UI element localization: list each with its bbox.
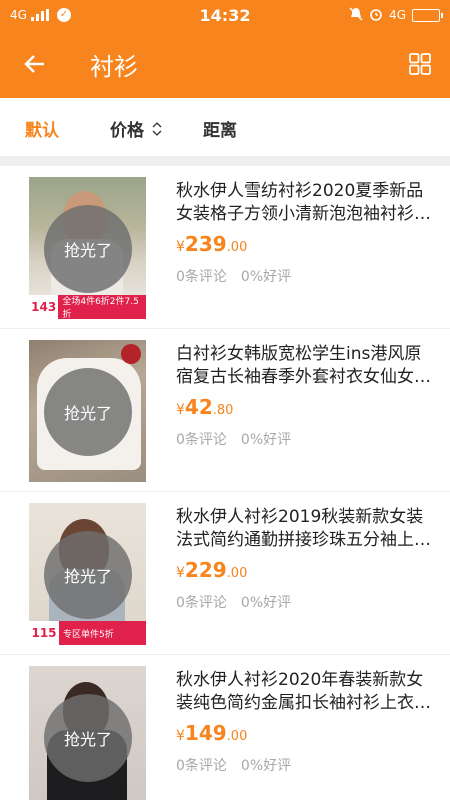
- tab-distance-label: 距离: [203, 121, 237, 141]
- status-time: 14:32: [199, 5, 251, 25]
- promo-text: 专区单件5折: [63, 629, 114, 640]
- product-item[interactable]: 抢光了 白衬衫女韩版宽松学生ins港风原宿复古长袖春季外套衬衣女仙女… ¥42.…: [0, 329, 450, 492]
- price-decimal: .00: [226, 566, 248, 581]
- status-left: 4G ✓: [10, 8, 160, 22]
- grid-view-icon: [409, 53, 431, 75]
- positive-rating: 0%好评: [240, 758, 292, 774]
- price-decimal: .00: [226, 729, 248, 744]
- product-price: ¥149.00: [176, 721, 247, 745]
- product-item[interactable]: 抢光了 115 专区单件5折 秋水伊人衬衫2019秋装新款女装法式简约通勤拼接珍…: [0, 492, 450, 655]
- product-title[interactable]: 秋水伊人衬衫2020年春装新款女装纯色简约金属扣长袖衬衫上衣…: [176, 669, 438, 715]
- positive-rating: 0%好评: [240, 269, 292, 285]
- price-integer: 42: [184, 395, 213, 419]
- tab-default-label: 默认: [25, 121, 59, 141]
- product-title[interactable]: 白衬衫女韩版宽松学生ins港风原宿复古长袖春季外套衬衣女仙女…: [176, 343, 438, 389]
- battery-icon: [412, 8, 443, 22]
- product-image[interactable]: 抢光了: [29, 666, 146, 800]
- price-decimal: .80: [212, 403, 234, 418]
- review-count: 0条评论: [176, 432, 227, 448]
- check-icon: ✓: [56, 8, 71, 22]
- product-item[interactable]: 抢光了 秋水伊人衬衫2020年春装新款女装纯色简约金属扣长袖衬衫上衣… ¥149…: [0, 655, 450, 800]
- currency-symbol: ¥: [176, 402, 185, 418]
- back-arrow-icon: [24, 55, 44, 73]
- product-list: 抢光了 143 全场4件6折2件7.5折 秋水伊人雪纺衬衫2020夏季新品女装格…: [0, 166, 450, 800]
- product-meta: 0条评论 0%好评: [176, 592, 291, 612]
- product-price: ¥239.00: [176, 232, 247, 256]
- product-price: ¥42.80: [176, 395, 233, 419]
- review-count: 0条评论: [176, 758, 227, 774]
- price-integer: 149: [184, 721, 227, 745]
- network-label-right: 4G: [389, 8, 406, 22]
- product-image[interactable]: 抢光了 115 专区单件5折: [29, 503, 146, 645]
- status-bar: 4G ✓ 14:32 4G: [0, 0, 450, 30]
- soldout-badge: 抢光了: [44, 368, 132, 456]
- divider: [0, 156, 450, 166]
- status-right: 4G: [290, 6, 443, 24]
- tab-price-label: 价格: [110, 121, 144, 141]
- sort-tab-bar: 默认 价格 距离: [0, 98, 450, 156]
- tab-distance[interactable]: 距离: [203, 116, 237, 141]
- positive-rating: 0%好评: [240, 432, 292, 448]
- back-button[interactable]: [0, 30, 70, 98]
- currency-symbol: ¥: [176, 728, 185, 744]
- soldout-badge: 抢光了: [44, 205, 132, 293]
- promo-price: 115: [29, 621, 59, 645]
- price-integer: 229: [184, 558, 227, 582]
- price-integer: 239: [184, 232, 227, 256]
- promo-banner: 115 专区单件5折: [29, 621, 146, 645]
- soldout-badge: 抢光了: [44, 531, 132, 619]
- tab-default[interactable]: 默认: [25, 116, 59, 141]
- currency-symbol: ¥: [176, 565, 185, 581]
- product-title[interactable]: 秋水伊人雪纺衬衫2020夏季新品女装格子方领小清新泡泡袖衬衫…: [176, 180, 438, 226]
- grid-view-button[interactable]: [390, 30, 450, 98]
- page-title: 衬衫: [90, 52, 138, 81]
- network-label: 4G: [10, 8, 27, 22]
- product-meta: 0条评论 0%好评: [176, 266, 291, 286]
- product-image[interactable]: 抢光了: [29, 340, 146, 482]
- review-count: 0条评论: [176, 595, 227, 611]
- soldout-badge: 抢光了: [44, 694, 132, 782]
- product-title[interactable]: 秋水伊人衬衫2019秋装新款女装法式简约通勤拼接珍珠五分袖上…: [176, 506, 438, 552]
- currency-symbol: ¥: [176, 239, 185, 255]
- product-meta: 0条评论 0%好评: [176, 755, 291, 775]
- product-item[interactable]: 抢光了 143 全场4件6折2件7.5折 秋水伊人雪纺衬衫2020夏季新品女装格…: [0, 166, 450, 329]
- promo-text: 全场4件6折2件7.5折: [62, 297, 139, 319]
- product-meta: 0条评论 0%好评: [176, 429, 291, 449]
- positive-rating: 0%好评: [240, 595, 292, 611]
- price-decimal: .00: [226, 240, 248, 255]
- review-count: 0条评论: [176, 269, 227, 285]
- mute-icon: [349, 6, 363, 24]
- nav-bar: 衬衫: [0, 30, 450, 98]
- product-price: ¥229.00: [176, 558, 247, 582]
- signal-icon: [30, 9, 49, 21]
- promo-price: 143: [29, 295, 59, 319]
- sort-updown-icon: [152, 121, 162, 136]
- product-image[interactable]: 抢光了 143 全场4件6折2件7.5折: [29, 177, 146, 319]
- alarm-icon: [369, 7, 383, 24]
- promo-banner: 143 全场4件6折2件7.5折: [29, 295, 146, 319]
- tab-price[interactable]: 价格: [110, 116, 162, 141]
